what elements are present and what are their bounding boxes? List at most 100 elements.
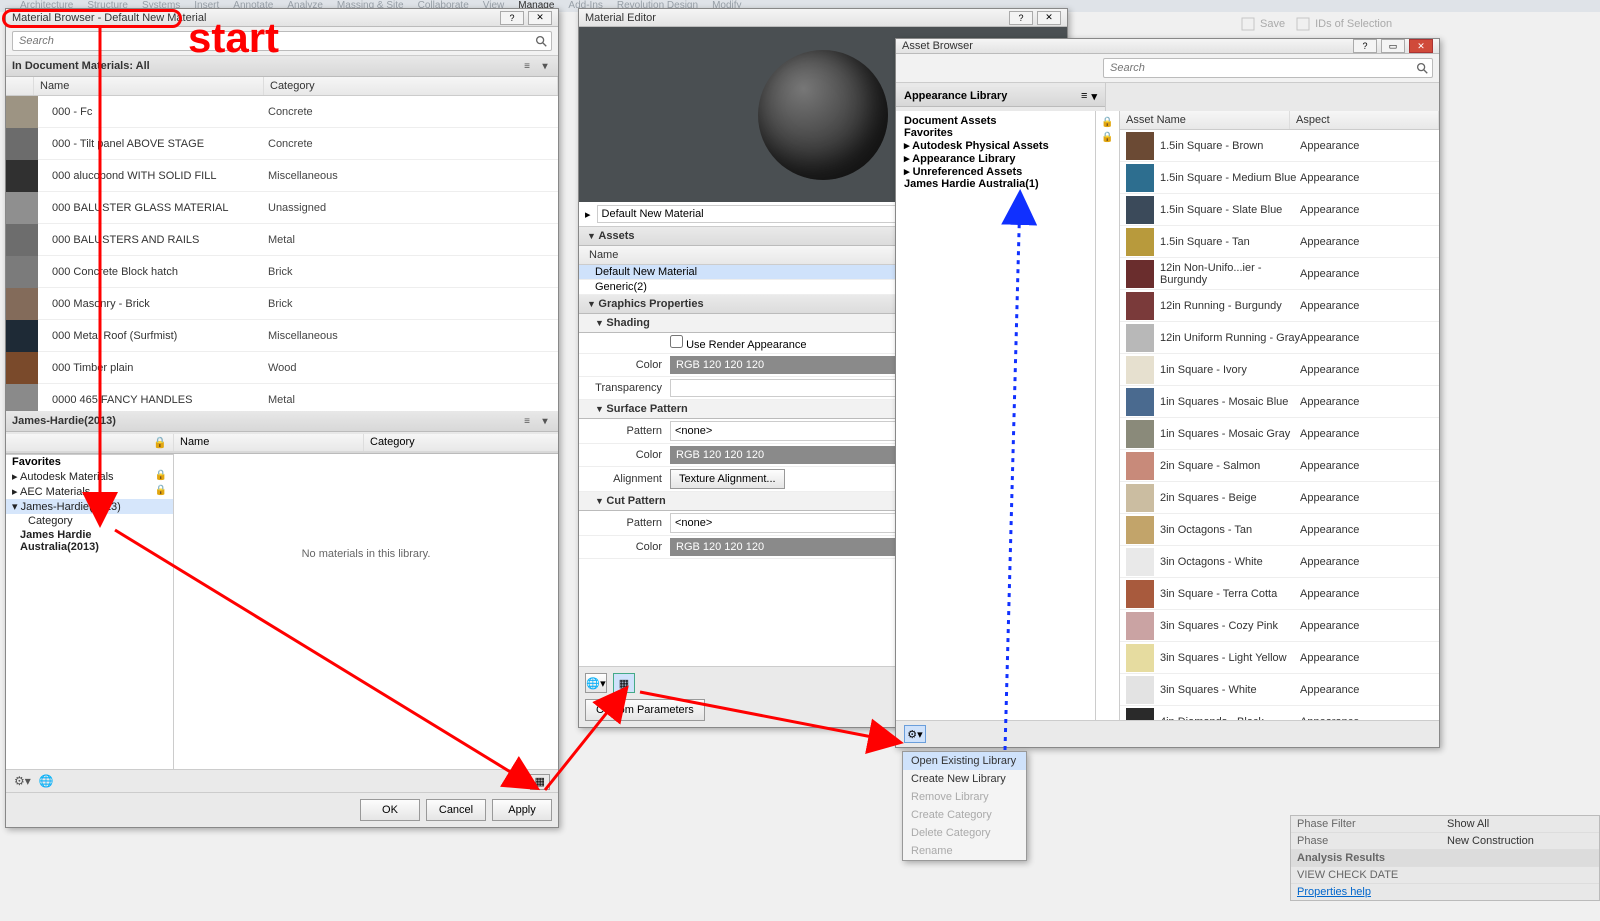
lib-col-category[interactable]: Category	[364, 434, 558, 451]
material-browser-titlebar[interactable]: Material Browser - Default New Material …	[6, 9, 558, 27]
asset-row[interactable]: 12in Non-Unifo...ier - BurgundyAppearanc…	[1120, 258, 1439, 290]
asset-row[interactable]: 1.5in Square - TanAppearance	[1120, 226, 1439, 258]
asset-row[interactable]: 3in Squares - Cozy PinkAppearance	[1120, 610, 1439, 642]
tree-physical[interactable]: ▸ Autodesk Physical Assets	[904, 139, 1087, 152]
material-row[interactable]: 0000 465 FANCY HANDLESMetal	[6, 384, 558, 411]
material-row[interactable]: 000 - FcConcrete	[6, 96, 558, 128]
close-button[interactable]: ✕	[528, 11, 552, 25]
asset-tree[interactable]: Document Assets Favorites ▸ Autodesk Phy…	[896, 111, 1096, 720]
col-category[interactable]: Category	[264, 77, 558, 95]
asset-name: 12in Running - Burgundy	[1160, 300, 1300, 312]
asset-row[interactable]: 4in Diamonds - BlackAppearance	[1120, 706, 1439, 720]
col-aspect[interactable]: Aspect	[1290, 111, 1439, 129]
material-row[interactable]: 000 Masonry - BrickBrick	[6, 288, 558, 320]
asset-gear-button[interactable]: ⚙▾	[904, 725, 926, 743]
asset-swatch	[1126, 644, 1154, 672]
tree-doc-assets[interactable]: Document Assets	[904, 115, 1087, 127]
material-row[interactable]: 000 alucobond WITH SOLID FILLMiscellaneo…	[6, 160, 558, 192]
doc-materials-header: In Document Materials: All ≡▾	[6, 56, 558, 77]
gear-icon[interactable]: ⚙▾	[14, 774, 31, 788]
search-box[interactable]	[12, 31, 552, 51]
asset-swatch	[1126, 420, 1154, 448]
asset-row[interactable]: 3in Square - Terra CottaAppearance	[1120, 578, 1439, 610]
close-button[interactable]: ✕	[1409, 39, 1433, 53]
globe-icon[interactable]: 🌐	[39, 774, 54, 788]
list-view-icon[interactable]: ≡	[520, 414, 534, 428]
asset-browser-toggle[interactable]: ▦	[613, 673, 635, 693]
library-tree[interactable]: Favorites ▸ Autodesk Materials🔒 ▸ AEC Ma…	[6, 454, 174, 769]
menu-item[interactable]: Open Existing Library	[903, 752, 1026, 770]
asset-name: 12in Uniform Running - Gray	[1160, 332, 1300, 344]
properties-help-link[interactable]: Properties help	[1291, 884, 1599, 900]
material-row[interactable]: 000 - Tilt panel ABOVE STAGEConcrete	[6, 128, 558, 160]
library-context-menu[interactable]: Open Existing LibraryCreate New LibraryR…	[902, 751, 1027, 861]
tree-category[interactable]: Category	[6, 514, 173, 528]
lib-col-name[interactable]: Name	[174, 434, 364, 451]
help-button[interactable]: ?	[500, 11, 524, 25]
col-asset-name[interactable]: Asset Name	[1120, 111, 1290, 129]
tree-jh-au[interactable]: James Hardie Australia(1)	[904, 178, 1087, 190]
material-name: 000 Masonry - Brick	[42, 298, 262, 310]
list-view-icon[interactable]: ≡	[1081, 90, 1087, 103]
list-view-icon[interactable]: ≡	[520, 59, 534, 73]
custom-parameters-button[interactable]: Custom Parameters	[585, 699, 705, 721]
asset-row[interactable]: 3in Squares - WhiteAppearance	[1120, 674, 1439, 706]
asset-row[interactable]: 3in Squares - Light YellowAppearance	[1120, 642, 1439, 674]
close-button[interactable]: ✕	[1037, 11, 1061, 25]
asset-row[interactable]: 3in Octagons - TanAppearance	[1120, 514, 1439, 546]
search-input[interactable]	[12, 31, 552, 51]
material-name: 000 - Tilt panel ABOVE STAGE	[42, 138, 262, 150]
tree-appearance[interactable]: ▸ Appearance Library	[904, 152, 1087, 165]
material-name: 000 BALUSTER GLASS MATERIAL	[42, 202, 262, 214]
tree-autodesk-materials[interactable]: ▸ Autodesk Materials🔒	[6, 469, 173, 484]
menu-item[interactable]: Create New Library	[903, 770, 1026, 788]
asset-row[interactable]: 1.5in Square - Slate BlueAppearance	[1120, 194, 1439, 226]
material-name: 000 BALUSTERS AND RAILS	[42, 234, 262, 246]
library-gear-icon[interactable]: ▦	[530, 774, 550, 790]
asset-list-body[interactable]: 1.5in Square - BrownAppearance1.5in Squa…	[1120, 130, 1439, 720]
ok-button[interactable]: OK	[360, 799, 420, 821]
dropdown-icon[interactable]: ▾	[1091, 90, 1097, 103]
asset-row[interactable]: 3in Octagons - WhiteAppearance	[1120, 546, 1439, 578]
tree-favorites[interactable]: Favorites	[6, 455, 173, 469]
material-row[interactable]: 000 BALUSTER GLASS MATERIALUnassigned	[6, 192, 558, 224]
asset-row[interactable]: 1in Square - IvoryAppearance	[1120, 354, 1439, 386]
tree-unref[interactable]: ▸ Unreferenced Assets	[904, 165, 1087, 178]
cancel-button[interactable]: Cancel	[426, 799, 486, 821]
texture-alignment-button[interactable]: Texture Alignment...	[670, 469, 785, 489]
asset-row[interactable]: 1.5in Square - Medium BlueAppearance	[1120, 162, 1439, 194]
asset-row[interactable]: 12in Uniform Running - GrayAppearance	[1120, 322, 1439, 354]
material-row[interactable]: 000 BALUSTERS AND RAILSMetal	[6, 224, 558, 256]
asset-row[interactable]: 1in Squares - Mosaic BlueAppearance	[1120, 386, 1439, 418]
add-asset-button[interactable]: 🌐▾	[585, 673, 607, 693]
material-list[interactable]: 000 - FcConcrete000 - Tilt panel ABOVE S…	[6, 96, 558, 411]
asset-name: 2in Squares - Beige	[1160, 492, 1300, 504]
material-row[interactable]: 000 Concrete Block hatchBrick	[6, 256, 558, 288]
material-row[interactable]: 000 Timber plainWood	[6, 352, 558, 384]
col-name[interactable]: Name	[34, 77, 264, 95]
asset-row[interactable]: 12in Running - BurgundyAppearance	[1120, 290, 1439, 322]
minimize-button[interactable]: ▭	[1381, 39, 1405, 53]
material-category: Brick	[262, 298, 558, 310]
tree-favorites[interactable]: Favorites	[904, 127, 1087, 139]
dropdown-icon[interactable]: ▾	[538, 59, 552, 73]
asset-search[interactable]	[1103, 58, 1433, 78]
apply-button[interactable]: Apply	[492, 799, 552, 821]
expand-icon[interactable]: ▸	[585, 208, 591, 221]
asset-row[interactable]: 2in Squares - BeigeAppearance	[1120, 482, 1439, 514]
use-render-checkbox[interactable]	[670, 335, 683, 348]
dropdown-icon[interactable]: ▾	[538, 414, 552, 428]
asset-search-input[interactable]	[1103, 58, 1433, 78]
asset-name: 3in Octagons - White	[1160, 556, 1300, 568]
asset-row[interactable]: 2in Square - SalmonAppearance	[1120, 450, 1439, 482]
tree-aec-materials[interactable]: ▸ AEC Materials🔒	[6, 484, 173, 499]
tree-james-hardie-au[interactable]: James Hardie Australia(2013)	[6, 528, 173, 554]
asset-row[interactable]: 1in Squares - Mosaic GrayAppearance	[1120, 418, 1439, 450]
doc-col-header[interactable]: Name Category	[6, 77, 558, 96]
material-row[interactable]: 000 Metal Roof (Surfmist)Miscellaneous	[6, 320, 558, 352]
asset-row[interactable]: 1.5in Square - BrownAppearance	[1120, 130, 1439, 162]
help-button[interactable]: ?	[1353, 39, 1377, 53]
tree-james-hardie[interactable]: ▾ James-Hardie(2013)	[6, 499, 173, 514]
material-name: 000 Metal Roof (Surfmist)	[42, 330, 262, 342]
help-button[interactable]: ?	[1009, 11, 1033, 25]
